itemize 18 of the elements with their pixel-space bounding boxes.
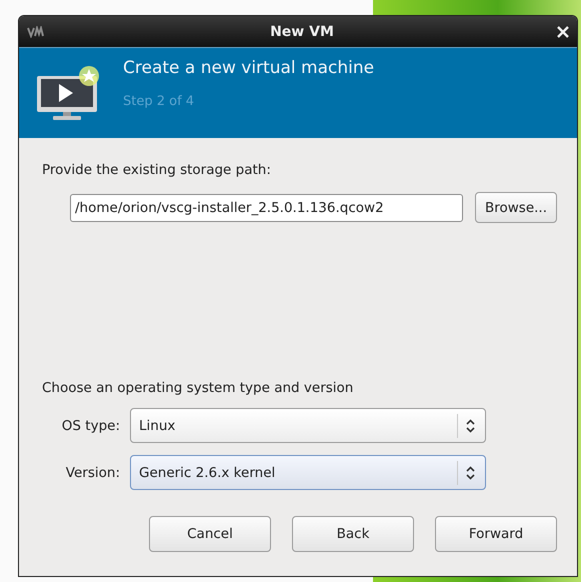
dialog-button[interactable]: Forward: [435, 516, 557, 552]
step-indicator: Step 2 of 4: [123, 94, 196, 109]
app-logo-icon: [27, 26, 47, 38]
close-button[interactable]: [556, 26, 569, 38]
field-label: Version:: [66, 464, 120, 480]
dialog-button[interactable]: Back: [292, 516, 414, 552]
up-down-arrows-icon: [466, 418, 475, 432]
dialog-button[interactable]: Cancel: [149, 516, 271, 552]
dropdown[interactable]: Linux: [130, 408, 486, 443]
storage-path-field[interactable]: /home/orion/vscg-installer_2.5.0.1.136.qcow2: [70, 194, 463, 222]
os-section-label: Choose an operating system type and version: [42, 380, 354, 396]
up-down-arrows-icon: [466, 466, 475, 480]
storage-path-label: Provide the existing storage path:: [42, 162, 271, 178]
window-title: New VM: [270, 24, 334, 40]
dropdown[interactable]: Generic 2.6.x kernel: [130, 455, 486, 490]
field-label: OS type:: [62, 418, 120, 434]
browse-button[interactable]: Browse...: [475, 192, 557, 223]
header-title: Create a new virtual machine: [123, 58, 374, 78]
